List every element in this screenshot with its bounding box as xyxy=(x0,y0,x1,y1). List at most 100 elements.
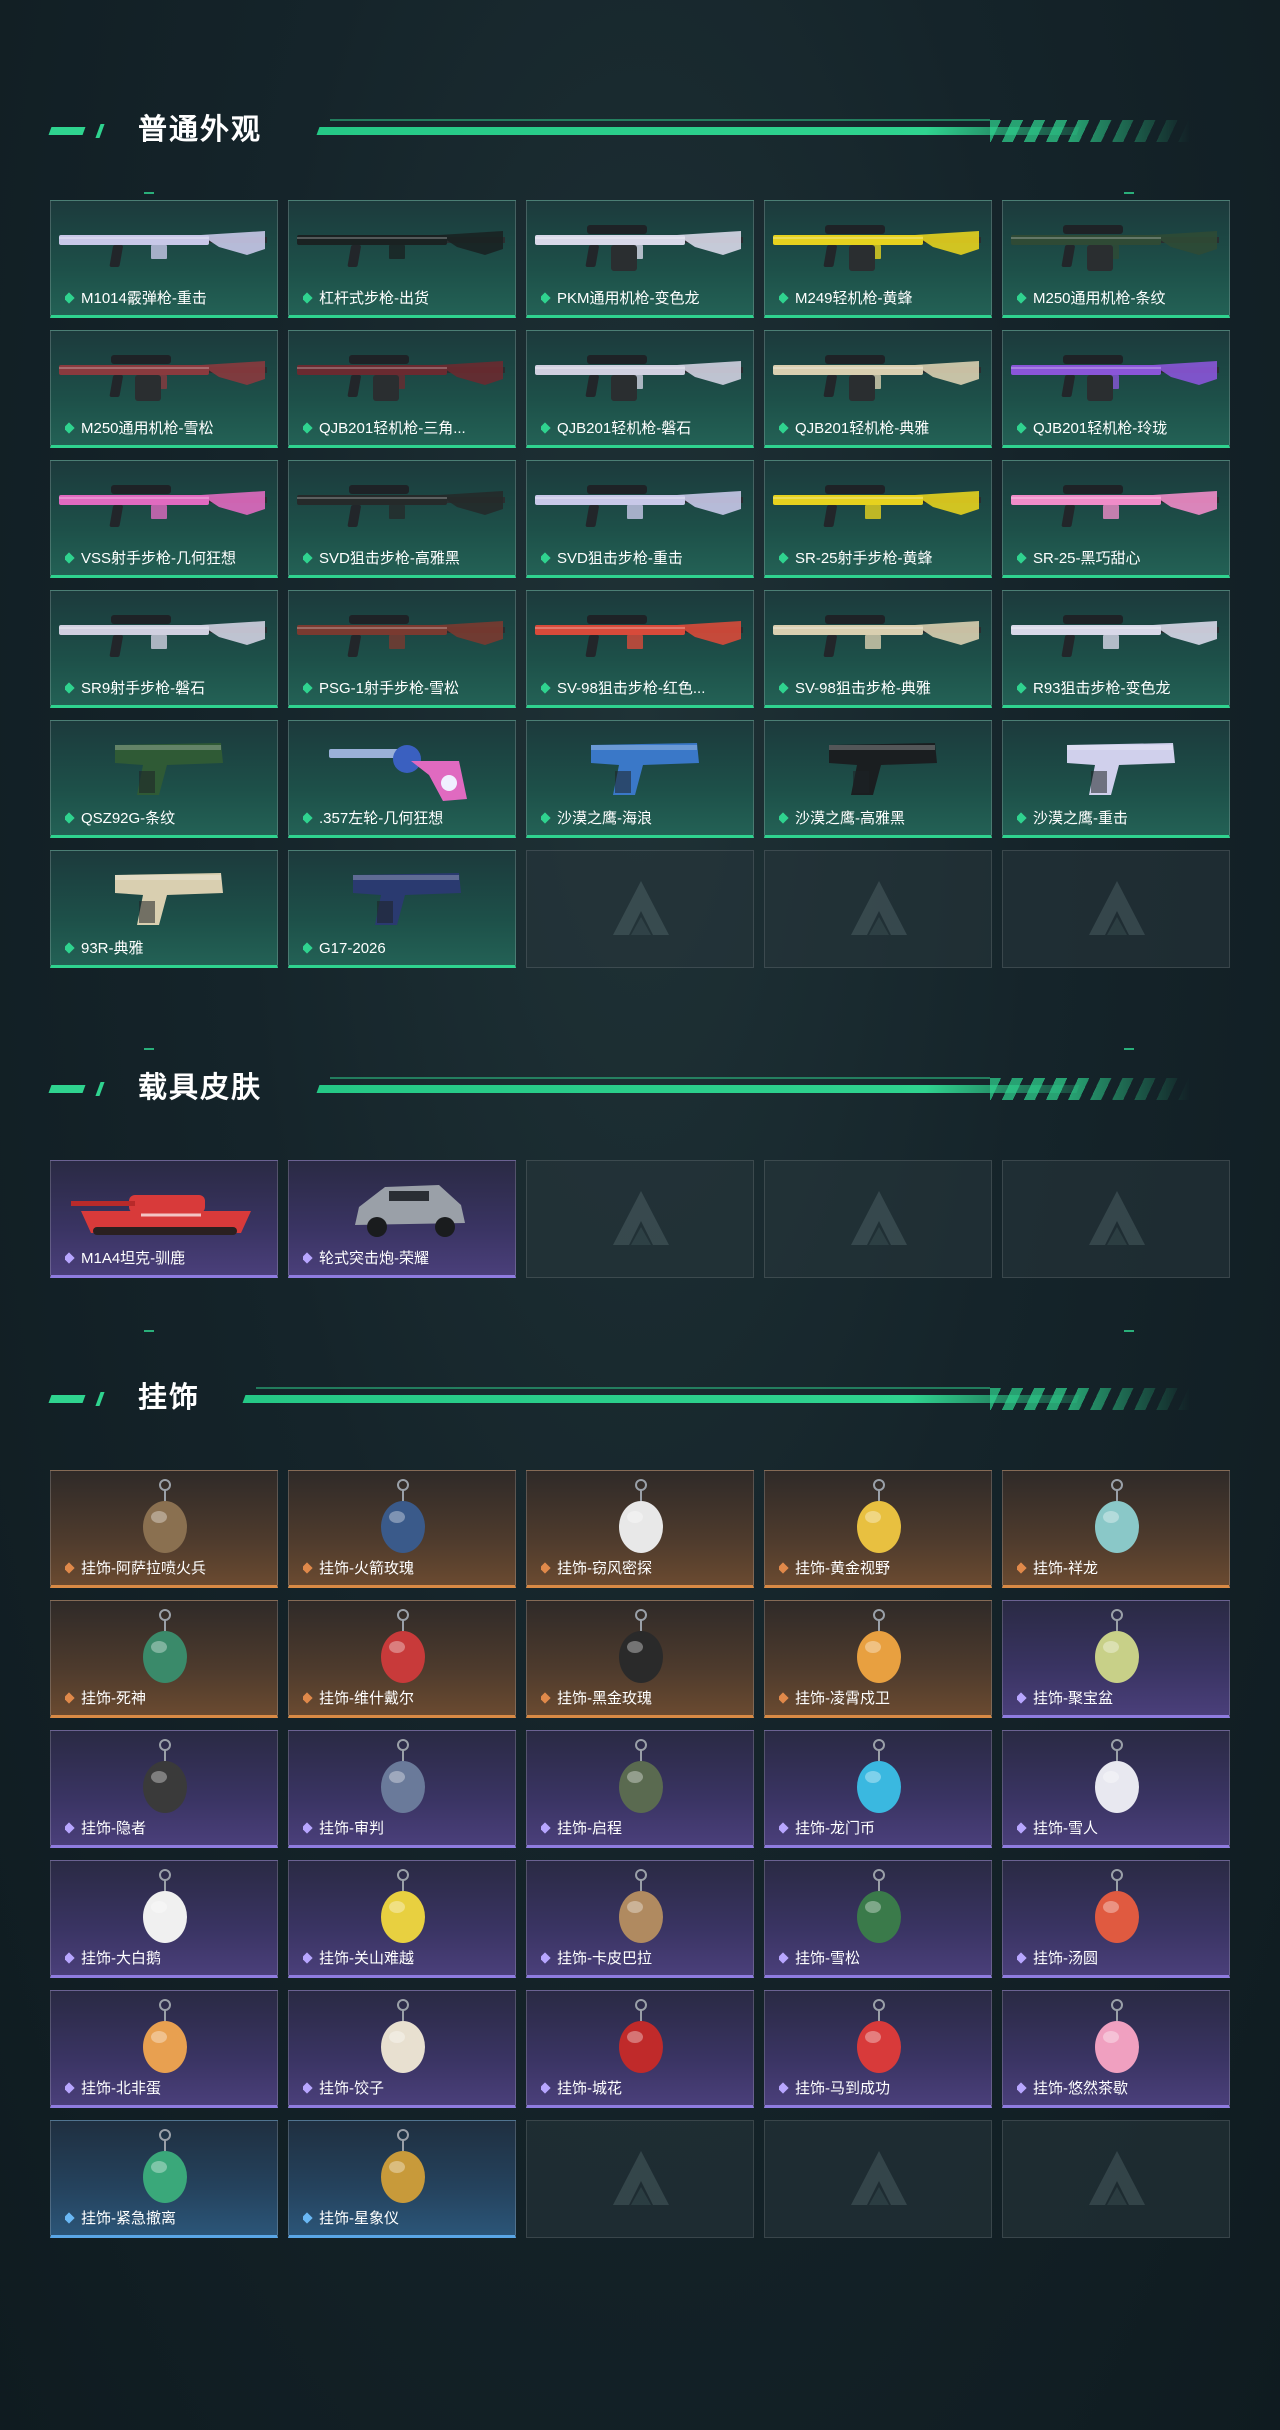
item-card[interactable]: 挂饰-祥龙 xyxy=(1002,1470,1230,1588)
item-card[interactable]: SV-98狙击步枪-典雅 xyxy=(764,590,992,708)
item-card[interactable]: .357左轮-几何狂想 xyxy=(288,720,516,838)
weapon-icon xyxy=(773,225,981,271)
item-card[interactable]: 挂饰-黄金视野 xyxy=(764,1470,992,1588)
item-card[interactable]: 挂饰-启程 xyxy=(526,1730,754,1848)
rarity-diamond-icon xyxy=(65,812,75,824)
weapon-icon xyxy=(353,873,461,925)
item-card[interactable]: M250通用机枪-条纹 xyxy=(1002,200,1230,318)
section-title: 普通外观 xyxy=(138,114,263,146)
charm-icon xyxy=(1095,1869,1139,1943)
item-card[interactable]: 挂饰-悠然茶歇 xyxy=(1002,1990,1230,2108)
item-name: 挂饰-雪松 xyxy=(795,1950,860,1967)
item-card[interactable]: SVD狙击步枪-重击 xyxy=(526,460,754,578)
item-card[interactable]: 挂饰-城花 xyxy=(526,1990,754,2108)
item-label: 杠杆式步枪-出货 xyxy=(303,289,509,309)
item-card[interactable]: QJB201轻机枪-典雅 xyxy=(764,330,992,448)
item-name: 挂饰-马到成功 xyxy=(795,2080,890,2097)
item-card[interactable]: 挂饰-阿萨拉喷火兵 xyxy=(50,1470,278,1588)
item-name: 挂饰-北非蛋 xyxy=(81,2080,161,2097)
item-card[interactable]: QJB201轻机枪-磐石 xyxy=(526,330,754,448)
item-card[interactable]: 挂饰-雪松 xyxy=(764,1860,992,1978)
item-label: 93R-典雅 xyxy=(65,939,271,959)
item-card[interactable]: 沙漠之鹰-海浪 xyxy=(526,720,754,838)
item-card[interactable]: 挂饰-汤圆 xyxy=(1002,1860,1230,1978)
item-card[interactable]: SR-25-黑巧甜心 xyxy=(1002,460,1230,578)
item-card[interactable]: 挂饰-大白鹅 xyxy=(50,1860,278,1978)
rarity-diamond-icon xyxy=(1017,1952,1027,1964)
item-name: 沙漠之鹰-重击 xyxy=(1033,810,1128,827)
item-name: 挂饰-窃风密探 xyxy=(557,1560,652,1577)
item-label: QJB201轻机枪-磐石 xyxy=(541,419,747,439)
item-card[interactable]: QJB201轻机枪-玲珑 xyxy=(1002,330,1230,448)
item-label: M250通用机枪-雪松 xyxy=(65,419,271,439)
item-card[interactable]: 沙漠之鹰-高雅黑 xyxy=(764,720,992,838)
rarity-diamond-icon xyxy=(541,2082,551,2094)
item-card[interactable]: 沙漠之鹰-重击 xyxy=(1002,720,1230,838)
charm-icon xyxy=(143,1739,187,1813)
item-card[interactable]: SR-25射手步枪-黄蜂 xyxy=(764,460,992,578)
item-card[interactable]: M250通用机枪-雪松 xyxy=(50,330,278,448)
item-label: 挂饰-紧急撤离 xyxy=(65,2209,271,2229)
item-card[interactable]: PSG-1射手步枪-雪松 xyxy=(288,590,516,708)
item-card[interactable]: 挂饰-隐者 xyxy=(50,1730,278,1848)
item-card[interactable]: SVD狙击步枪-高雅黑 xyxy=(288,460,516,578)
item-card[interactable]: 挂饰-马到成功 xyxy=(764,1990,992,2108)
item-card[interactable]: 挂饰-龙门币 xyxy=(764,1730,992,1848)
item-card[interactable]: 轮式突击炮-荣耀 xyxy=(288,1160,516,1278)
charm-icon xyxy=(619,1739,663,1813)
header-thin-line xyxy=(330,1077,990,1079)
charm-icon xyxy=(1095,1999,1139,2073)
item-card[interactable]: SV-98狙击步枪-红色... xyxy=(526,590,754,708)
item-card[interactable]: R93狙击步枪-变色龙 xyxy=(1002,590,1230,708)
item-name: SR-25射手步枪-黄蜂 xyxy=(795,550,933,567)
item-card[interactable]: 挂饰-关山难越 xyxy=(288,1860,516,1978)
item-card[interactable]: 挂饰-星象仪 xyxy=(288,2120,516,2238)
item-card[interactable]: PKM通用机枪-变色龙 xyxy=(526,200,754,318)
item-card[interactable]: 挂饰-黑金玫瑰 xyxy=(526,1600,754,1718)
item-card[interactable]: 挂饰-雪人 xyxy=(1002,1730,1230,1848)
item-label: R93狙击步枪-变色龙 xyxy=(1017,679,1223,699)
rarity-diamond-icon xyxy=(65,942,75,954)
rarity-diamond-icon xyxy=(303,292,313,304)
charm-icon xyxy=(381,1479,425,1553)
item-card[interactable]: G17-2026 xyxy=(288,850,516,968)
item-card[interactable]: 挂饰-饺子 xyxy=(288,1990,516,2108)
item-name: 挂饰-隐者 xyxy=(81,1820,146,1837)
charm-icon xyxy=(857,1999,901,2073)
weapon-icon xyxy=(297,615,505,657)
empty-slot xyxy=(526,2120,754,2238)
item-card[interactable]: VSS射手步枪-几何狂想 xyxy=(50,460,278,578)
item-card[interactable]: M249轻机枪-黄蜂 xyxy=(764,200,992,318)
item-card[interactable]: M1A4坦克-驯鹿 xyxy=(50,1160,278,1278)
charm-icon xyxy=(381,1869,425,1943)
item-card[interactable]: QJB201轻机枪-三角... xyxy=(288,330,516,448)
item-label: 挂饰-维什戴尔 xyxy=(303,1689,509,1709)
rarity-diamond-icon xyxy=(65,422,75,434)
item-card[interactable]: 挂饰-卡皮巴拉 xyxy=(526,1860,754,1978)
item-card[interactable]: QSZ92G-条纹 xyxy=(50,720,278,838)
item-card[interactable]: 杠杆式步枪-出货 xyxy=(288,200,516,318)
item-card[interactable]: 93R-典雅 xyxy=(50,850,278,968)
charm-icon xyxy=(381,1999,425,2073)
item-name: 杠杆式步枪-出货 xyxy=(319,290,429,307)
header-accent-bar xyxy=(48,1395,86,1403)
item-card[interactable]: 挂饰-审判 xyxy=(288,1730,516,1848)
item-card[interactable]: 挂饰-聚宝盆 xyxy=(1002,1600,1230,1718)
item-label: 沙漠之鹰-海浪 xyxy=(541,809,747,829)
item-card[interactable]: 挂饰-北非蛋 xyxy=(50,1990,278,2108)
placeholder-logo-icon xyxy=(851,2151,907,2205)
rarity-diamond-icon xyxy=(1017,552,1027,564)
item-card[interactable]: 挂饰-死神 xyxy=(50,1600,278,1718)
item-label: QJB201轻机枪-玲珑 xyxy=(1017,419,1223,439)
item-card[interactable]: 挂饰-维什戴尔 xyxy=(288,1600,516,1718)
item-label: 挂饰-大白鹅 xyxy=(65,1949,271,1969)
weapon-icon xyxy=(773,485,981,527)
rarity-diamond-icon xyxy=(65,1822,75,1834)
item-card[interactable]: 挂饰-凌霄戍卫 xyxy=(764,1600,992,1718)
rarity-diamond-icon xyxy=(779,422,789,434)
item-card[interactable]: 挂饰-火箭玫瑰 xyxy=(288,1470,516,1588)
item-card[interactable]: 挂饰-窃风密探 xyxy=(526,1470,754,1588)
item-card[interactable]: SR9射手步枪-磐石 xyxy=(50,590,278,708)
item-card[interactable]: 挂饰-紧急撤离 xyxy=(50,2120,278,2238)
item-card[interactable]: M1014霰弹枪-重击 xyxy=(50,200,278,318)
